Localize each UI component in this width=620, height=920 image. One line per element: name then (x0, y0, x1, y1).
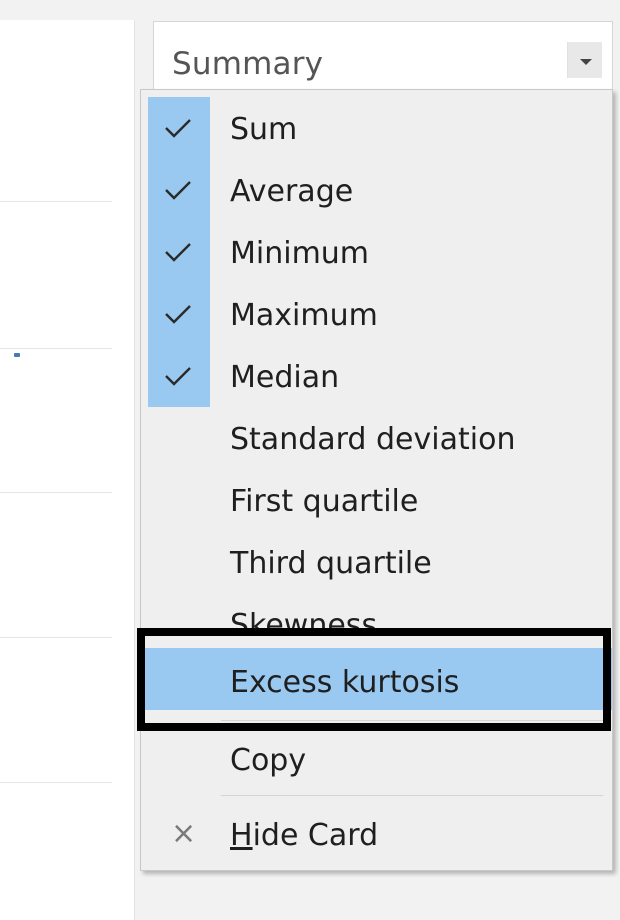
row-divider (0, 492, 112, 493)
checkmark-icon (148, 97, 210, 159)
screen: Summary Sum Average Minimum Maximum Medi… (0, 0, 620, 920)
summary-card-header[interactable]: Summary (153, 21, 613, 91)
row-divider (0, 782, 112, 783)
row-divider (0, 637, 112, 638)
checkmark-icon (148, 345, 210, 407)
menu-item-copy[interactable]: Copy (141, 728, 612, 790)
menu-item-label: Hide Card (230, 818, 379, 853)
menu-item-label: Minimum (230, 236, 370, 271)
worksheet-pane (0, 20, 135, 920)
menu-item-label: Sum (230, 112, 298, 147)
row-divider (0, 348, 112, 349)
menu-item-first-quartile[interactable]: First quartile (141, 469, 612, 531)
focus-outline (137, 628, 611, 731)
menu-item-maximum[interactable]: Maximum (141, 283, 612, 345)
menu-item-third-quartile[interactable]: Third quartile (141, 531, 612, 593)
menu-item-sum[interactable]: Sum (141, 97, 612, 159)
menu-item-average[interactable]: Average (141, 159, 612, 221)
menu-item-label: Copy (230, 743, 307, 778)
close-icon: × (171, 816, 197, 851)
data-mark (14, 353, 20, 357)
menu-item-label: Third quartile (230, 546, 432, 581)
menu-item-label: Average (230, 174, 354, 209)
menu-separator (221, 795, 603, 796)
menu-item-label: Standard deviation (230, 422, 516, 457)
menu-item-label: Maximum (230, 298, 378, 333)
menu-item-label: Median (230, 360, 340, 395)
summary-context-menu: Sum Average Minimum Maximum Median Stand… (140, 89, 613, 871)
menu-item-minimum[interactable]: Minimum (141, 221, 612, 283)
menu-item-label: First quartile (230, 484, 419, 519)
checkmark-icon (148, 283, 210, 345)
chevron-down-icon[interactable] (567, 42, 602, 78)
checkmark-icon (148, 159, 210, 221)
menu-item-median[interactable]: Median (141, 345, 612, 407)
menu-item-standard-deviation[interactable]: Standard deviation (141, 407, 612, 469)
row-divider (0, 201, 112, 202)
checkmark-icon (148, 221, 210, 283)
summary-title: Summary (172, 46, 324, 82)
menu-item-hide-card[interactable]: × Hide Card (141, 803, 612, 865)
